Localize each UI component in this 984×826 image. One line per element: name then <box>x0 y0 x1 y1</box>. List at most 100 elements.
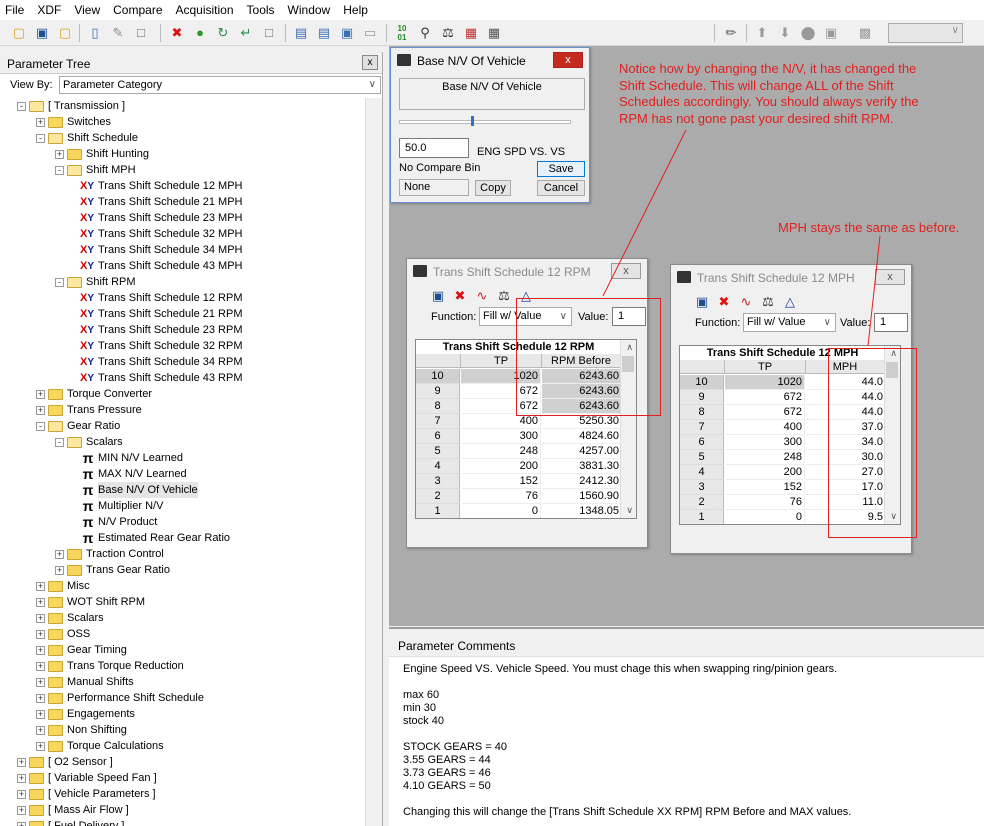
delete-icon[interactable]: ✖ <box>715 293 733 311</box>
toolbar-dropdown[interactable]: ∨ <box>888 23 963 43</box>
tree-node[interactable]: π Estimated Rear Gear Ratio <box>80 530 230 546</box>
row-header[interactable]: 10 <box>680 375 724 390</box>
expand-icon[interactable]: + <box>55 565 64 575</box>
menu-help[interactable]: Help <box>343 3 368 17</box>
new-icon[interactable]: □ <box>132 24 150 42</box>
expand-icon[interactable]: + <box>36 677 45 687</box>
value-cell[interactable]: 1348.05 <box>542 504 621 518</box>
tree-node[interactable]: + [ Fuel Delivery ] <box>17 818 124 826</box>
menu-acquisition[interactable]: Acquisition <box>176 3 234 17</box>
function-select[interactable]: Fill w/ Value ∨ <box>743 313 836 332</box>
value-cell[interactable]: 4257.00 <box>542 444 621 459</box>
binary-icon[interactable]: 10 01 <box>393 24 411 42</box>
value-input[interactable]: 50.0 <box>399 138 469 158</box>
expand-icon[interactable]: + <box>17 805 26 815</box>
value-cell[interactable]: 4824.60 <box>542 429 621 444</box>
scale-icon[interactable]: ⚖ <box>759 293 777 311</box>
chip-icon[interactable]: ▩ <box>856 24 874 42</box>
collapse-icon[interactable]: - <box>55 437 64 447</box>
eraser-icon[interactable]: ✎ <box>109 24 127 42</box>
calculator-icon[interactable]: ▦ <box>485 24 503 42</box>
value-cell[interactable]: 5250.30 <box>542 414 621 429</box>
scale-icon[interactable]: ⚖ <box>439 24 457 42</box>
tree-node[interactable]: + [ Vehicle Parameters ] <box>17 786 156 802</box>
collapse-icon[interactable]: - <box>55 165 64 175</box>
tp-cell[interactable]: 248 <box>461 444 541 459</box>
expand-icon[interactable]: + <box>36 613 45 623</box>
tree-node[interactable]: + Trans Pressure <box>36 402 142 418</box>
tp-cell[interactable]: 152 <box>725 480 805 495</box>
refresh-icon[interactable]: ↻ <box>214 24 232 42</box>
row-header[interactable]: 1 <box>680 510 724 524</box>
tree-node[interactable]: + [ Mass Air Flow ] <box>17 802 129 818</box>
expand-icon[interactable]: + <box>36 405 45 415</box>
open-icon[interactable]: ▢ <box>56 24 74 42</box>
tree-node[interactable]: + WOT Shift RPM <box>36 594 145 610</box>
tree-node[interactable]: + Misc <box>36 578 90 594</box>
row-header[interactable]: 6 <box>680 435 724 450</box>
value-slider-track[interactable] <box>399 120 571 124</box>
tree-node[interactable]: XY Trans Shift Schedule 23 RPM <box>80 322 243 338</box>
column-header-tp[interactable]: TP <box>725 360 806 374</box>
triangle-icon[interactable]: △ <box>781 293 799 311</box>
tp-cell[interactable]: 0 <box>461 504 541 518</box>
layout2-icon[interactable]: ▤ <box>315 24 333 42</box>
window-title-bar[interactable]: Trans Shift Schedule 12 RPM x <box>407 259 647 283</box>
row-header[interactable]: 5 <box>416 444 460 459</box>
collapse-icon[interactable]: - <box>55 277 64 287</box>
copy-icon[interactable]: ▣ <box>822 24 840 42</box>
search-icon[interactable]: ⚲ <box>416 24 434 42</box>
close-button[interactable]: x <box>553 52 583 68</box>
row-header[interactable]: 9 <box>680 390 724 405</box>
expand-icon[interactable]: + <box>36 597 45 607</box>
arrow-down-icon[interactable]: ⬇ <box>776 24 794 42</box>
close-button[interactable]: x <box>611 263 641 279</box>
row-header[interactable]: 8 <box>680 405 724 420</box>
tp-cell[interactable]: 672 <box>725 390 805 405</box>
tree-node[interactable]: - Shift RPM <box>55 274 136 290</box>
window-title-bar[interactable]: Trans Shift Schedule 12 MPH x <box>671 265 911 289</box>
tree-node[interactable]: XY Trans Shift Schedule 32 MPH <box>80 226 243 242</box>
window-icon[interactable]: ▣ <box>338 24 356 42</box>
tree-node[interactable]: π Base N/V Of Vehicle <box>80 482 198 498</box>
collapse-icon[interactable]: - <box>36 133 45 143</box>
menu-xdf[interactable]: XDF <box>37 3 61 17</box>
row-header[interactable]: 10 <box>416 369 460 384</box>
tree-node[interactable]: π MAX N/V Learned <box>80 466 187 482</box>
value-cell[interactable]: 3831.30 <box>542 459 621 474</box>
tp-cell[interactable]: 400 <box>461 414 541 429</box>
close-button[interactable]: x <box>875 269 905 285</box>
hierarchy-icon[interactable]: ▦ <box>462 24 480 42</box>
tree-node[interactable]: π Multiplier N/V <box>80 498 164 514</box>
tree-node[interactable]: + Scalars <box>36 610 104 626</box>
tree-node[interactable]: - Scalars <box>55 434 123 450</box>
save-icon[interactable]: ▣ <box>33 24 51 42</box>
expand-icon[interactable]: + <box>36 581 45 591</box>
layout1-icon[interactable]: ▤ <box>292 24 310 42</box>
tree-node[interactable]: + Torque Calculations <box>36 738 164 754</box>
expand-icon[interactable]: + <box>36 661 45 671</box>
tree-node[interactable]: - Shift Schedule <box>36 130 138 146</box>
tp-cell[interactable]: 152 <box>461 474 541 489</box>
open-folder-icon[interactable]: ▢ <box>10 24 28 42</box>
tree-node[interactable]: + Manual Shifts <box>36 674 134 690</box>
tree-node[interactable]: + Engagements <box>36 706 135 722</box>
expand-icon[interactable]: + <box>55 549 64 559</box>
view-by-select[interactable]: Parameter Category ∨ <box>59 76 381 94</box>
row-header[interactable]: 3 <box>416 474 460 489</box>
tp-cell[interactable]: 200 <box>461 459 541 474</box>
tp-cell[interactable]: 0 <box>725 510 805 524</box>
compare-icon[interactable]: ▯ <box>86 24 104 42</box>
tree-node[interactable]: + [ O2 Sensor ] <box>17 754 113 770</box>
value-cell[interactable]: 1560.90 <box>542 489 621 504</box>
row-header[interactable]: 1 <box>416 504 460 518</box>
row-header[interactable]: 6 <box>416 429 460 444</box>
expand-icon[interactable]: + <box>36 645 45 655</box>
chevron-down-icon[interactable]: ∨ <box>626 505 633 516</box>
tree-node[interactable]: + Gear Timing <box>36 642 127 658</box>
save-icon[interactable]: ▣ <box>429 287 447 305</box>
value-cell[interactable]: 2412.30 <box>542 474 621 489</box>
monitor-icon[interactable]: ▭ <box>361 24 379 42</box>
expand-icon[interactable]: + <box>36 117 45 127</box>
expand-icon[interactable]: + <box>17 789 26 799</box>
